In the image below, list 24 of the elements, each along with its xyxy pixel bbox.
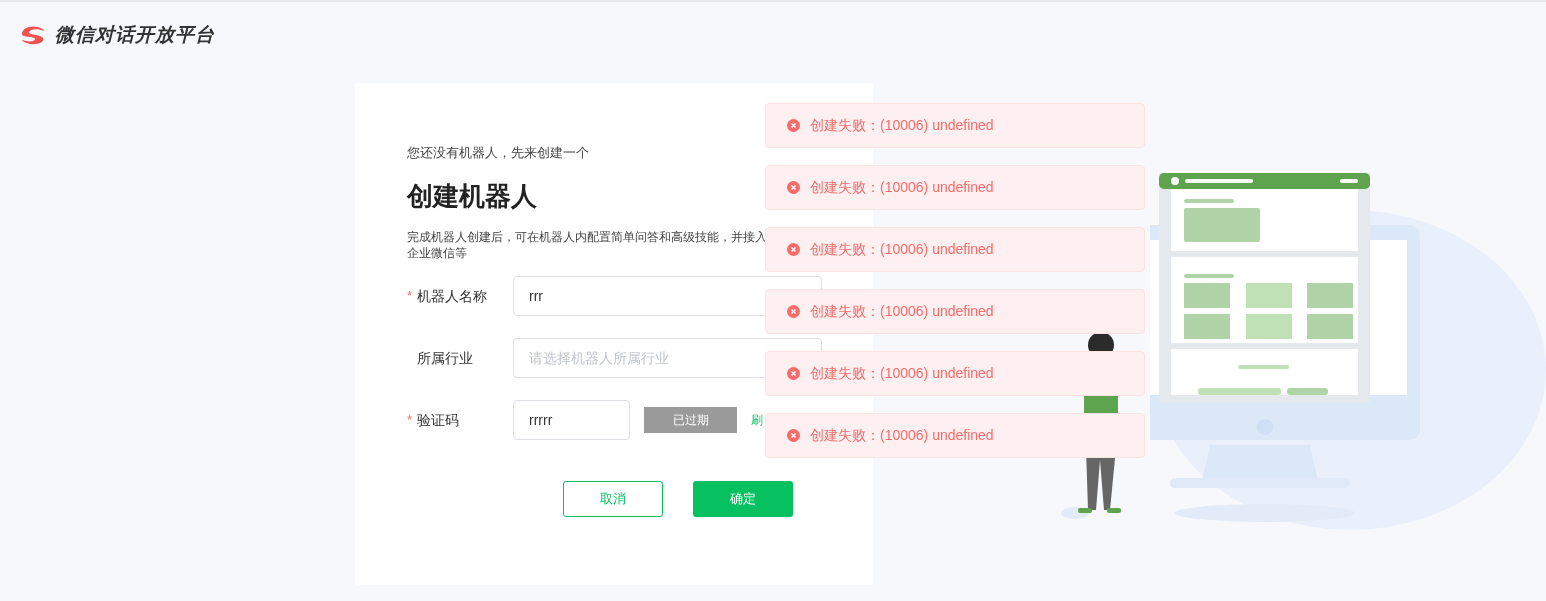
error-icon bbox=[787, 181, 800, 194]
error-message: 创建失败：(10006) undefined bbox=[810, 116, 994, 135]
field-label: 验证码 bbox=[417, 410, 459, 430]
captcha-image[interactable]: 已过期 bbox=[644, 407, 737, 433]
field-label: 所属行业 bbox=[417, 348, 473, 368]
confirm-button[interactable]: 确定 bbox=[693, 481, 793, 517]
field-label: 机器人名称 bbox=[417, 286, 487, 306]
error-icon bbox=[787, 429, 800, 442]
refresh-link[interactable]: 刷 bbox=[751, 411, 763, 429]
error-icon bbox=[787, 119, 800, 132]
error-icon bbox=[787, 305, 800, 318]
intro-text: 您还没有机器人，先来创建一个 bbox=[407, 144, 590, 162]
error-icon bbox=[787, 367, 800, 380]
captcha-input[interactable]: rrrrr bbox=[513, 400, 630, 440]
error-message: 创建失败：(10006) undefined bbox=[810, 426, 994, 445]
brand-name: 微信对话开放平台 bbox=[55, 23, 215, 47]
error-icon bbox=[787, 243, 800, 256]
cancel-button[interactable]: 取消 bbox=[563, 481, 663, 517]
required-mark: * bbox=[407, 411, 414, 430]
error-message: 创建失败：(10006) undefined bbox=[810, 240, 994, 259]
required-mark: * bbox=[407, 287, 414, 306]
logo-icon bbox=[20, 25, 45, 46]
error-message: 创建失败：(10006) undefined bbox=[810, 178, 994, 197]
page-title: 创建机器人 bbox=[407, 180, 537, 213]
